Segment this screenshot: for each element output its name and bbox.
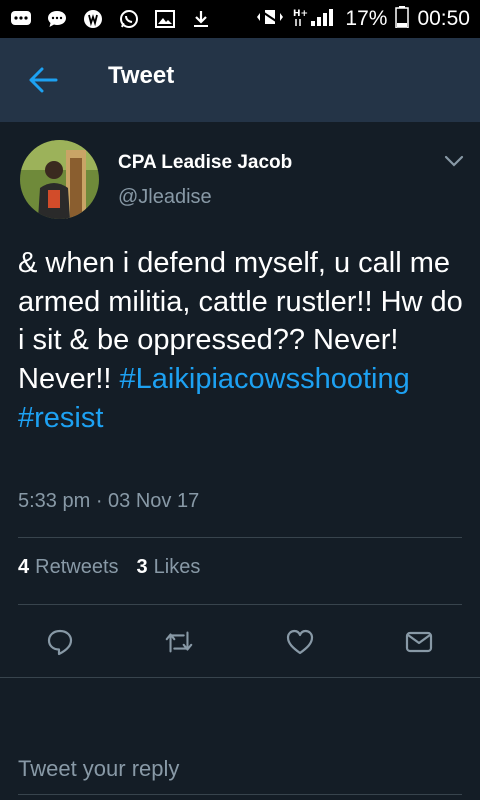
hashtag-link[interactable]: #Laikipiacowsshooting — [120, 363, 410, 395]
battery-percent: 17% — [345, 7, 388, 30]
likes-stat[interactable]: 3 Likes — [137, 556, 201, 579]
reply-underline — [18, 794, 462, 795]
uc-browser-icon — [82, 9, 104, 29]
likes-count: 3 — [136, 556, 148, 578]
reply-input[interactable] — [18, 751, 462, 787]
gallery-icon — [154, 9, 176, 29]
tweet-text: & when i defend myself, u call me armed … — [18, 244, 468, 438]
retweet-button[interactable] — [163, 626, 195, 658]
reply-button[interactable] — [44, 626, 76, 658]
retweet-icon — [165, 631, 193, 653]
message-button[interactable] — [403, 626, 435, 658]
clock: 00:50 — [417, 7, 470, 30]
page-title: Tweet — [108, 62, 175, 89]
likes-label: Likes — [153, 556, 201, 578]
svg-text:H+: H+ — [293, 9, 308, 19]
like-button[interactable] — [284, 626, 316, 658]
envelope-icon — [405, 631, 433, 653]
bbm-icon — [10, 9, 32, 29]
author-handle[interactable]: @Jleadise — [118, 186, 212, 209]
retweets-count: 4 — [18, 556, 30, 578]
avatar[interactable] — [20, 140, 99, 219]
arrow-left-icon — [29, 67, 58, 93]
whatsapp-icon — [118, 9, 140, 29]
hashtag-link[interactable]: #resist — [18, 402, 103, 434]
reply-composer — [0, 727, 480, 800]
divider — [18, 537, 462, 538]
battery-icon — [395, 5, 410, 33]
tweet-stats: 4 Retweets 3 Likes — [18, 556, 200, 579]
chat-icon — [46, 9, 68, 29]
tweet-actions — [0, 622, 480, 662]
divider — [0, 677, 480, 678]
vibrate-icon — [255, 7, 285, 32]
reply-icon — [47, 629, 73, 656]
tweet-timestamp: 5:33 pm · 03 Nov 17 — [18, 490, 200, 512]
retweets-stat[interactable]: 4 Retweets — [18, 556, 119, 579]
network-icon: H+ — [293, 7, 337, 32]
back-button[interactable] — [26, 65, 60, 95]
download-icon — [190, 9, 212, 29]
status-bar: H+ 17% 00:50 — [0, 0, 480, 38]
chevron-down-icon — [444, 155, 464, 167]
divider — [18, 604, 462, 605]
retweets-label: Retweets — [35, 556, 119, 578]
heart-icon — [286, 629, 314, 655]
tweet-options-button[interactable] — [443, 152, 465, 170]
app-header: Tweet — [0, 38, 480, 122]
author-name[interactable]: CPA Leadise Jacob — [118, 152, 292, 174]
